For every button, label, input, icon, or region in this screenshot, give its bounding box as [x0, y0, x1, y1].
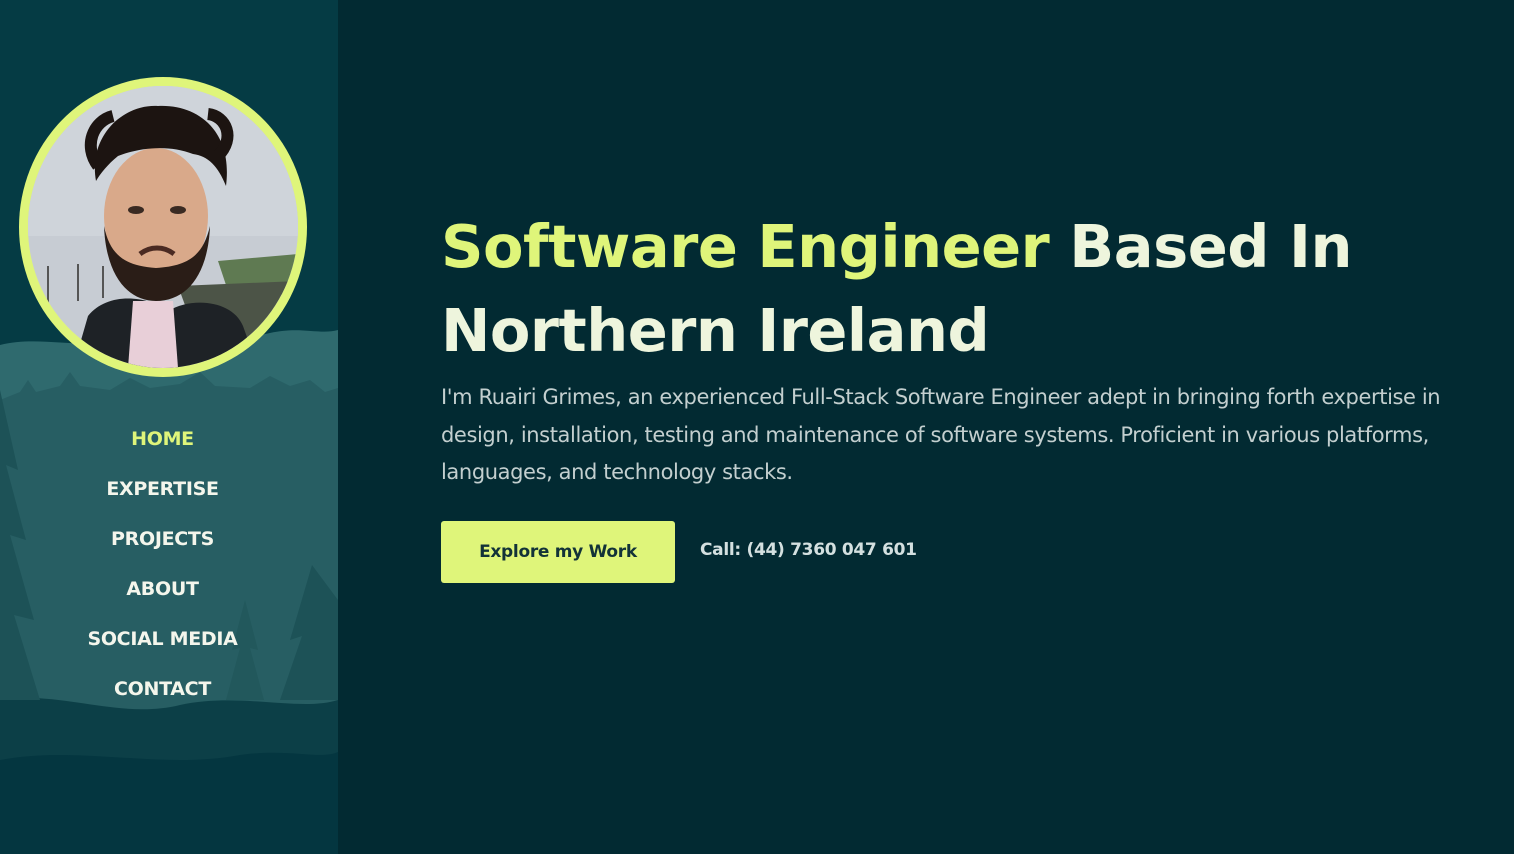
nav-item-about[interactable]: ABOUT	[126, 568, 199, 618]
headline-highlight: Software Engineer	[441, 212, 1050, 281]
explore-work-button[interactable]: Explore my Work	[441, 521, 675, 583]
nav-item-social-media[interactable]: SOCIAL MEDIA	[87, 618, 237, 668]
nav-item-home[interactable]: HOME	[131, 418, 194, 468]
nav-item-contact[interactable]: CONTACT	[114, 668, 211, 718]
hero-intro: I'm Ruairi Grimes, an experienced Full-S…	[441, 385, 1441, 484]
sidebar: HOME EXPERTISE PROJECTS ABOUT SOCIAL MED…	[0, 0, 338, 854]
nav-item-expertise[interactable]: EXPERTISE	[106, 468, 219, 518]
nav-item-projects[interactable]: PROJECTS	[111, 518, 214, 568]
phone-link[interactable]: Call: (44) 7360 047 601	[700, 537, 917, 563]
main-nav: HOME EXPERTISE PROJECTS ABOUT SOCIAL MED…	[0, 418, 325, 718]
hero-headline: Software Engineer Based In Northern Irel…	[441, 205, 1501, 373]
profile-photo	[28, 86, 298, 368]
avatar	[19, 77, 307, 377]
